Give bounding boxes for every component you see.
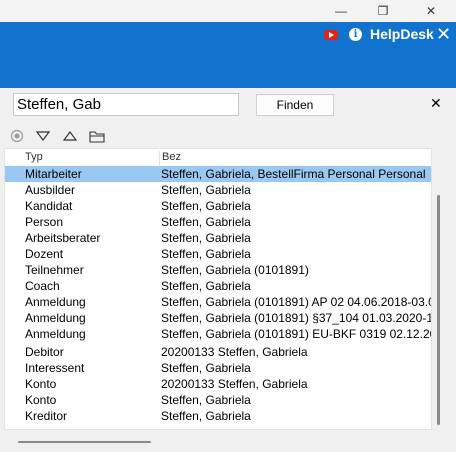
- row-typ: Debitor: [25, 345, 64, 359]
- table-row[interactable]: Debitor 20200133 Steffen, Gabriela: [5, 344, 431, 360]
- table-row[interactable]: Anmeldung Steffen, Gabriela (0101891) AP …: [5, 294, 432, 310]
- table-row[interactable]: Teilnehmer Steffen, Gabriela (0101891): [5, 262, 431, 278]
- table-row[interactable]: Konto 20200133 Steffen, Gabriela: [5, 376, 431, 392]
- table-row[interactable]: Konto Steffen, Gabriela: [5, 392, 431, 408]
- column-header-typ[interactable]: Typ: [25, 151, 43, 163]
- table-row[interactable]: Arbeitsberater Steffen, Gabriela: [5, 230, 431, 246]
- table-row[interactable]: Ausbilder Steffen, Gabriela: [5, 182, 431, 198]
- row-bez: Steffen, Gabriela (0101891) AP 02 04.06.…: [161, 295, 432, 309]
- row-typ: Konto: [25, 377, 57, 391]
- search-row: Steffen, Gab Finden ✕: [0, 88, 456, 122]
- row-typ: Anmeldung: [25, 295, 86, 309]
- table-row[interactable]: Mitarbeiter Steffen, Gabriela, BestellFir…: [5, 166, 431, 182]
- row-bez: Steffen, Gabriela: [161, 247, 251, 261]
- triangle-up-icon[interactable]: [62, 128, 78, 144]
- table-row[interactable]: Dozent Steffen, Gabriela: [5, 246, 431, 262]
- close-icon: ✕: [425, 4, 437, 18]
- table-row[interactable]: Kreditor Steffen, Gabriela: [5, 408, 431, 424]
- row-bez: Steffen, Gabriela, BestellFirma Personal…: [161, 167, 426, 181]
- row-typ: Teilnehmer: [25, 263, 84, 277]
- table-row[interactable]: Anmeldung Steffen, Gabriela (0101891) EU-…: [5, 326, 432, 342]
- vertical-scroll-thumb[interactable]: [437, 195, 440, 425]
- results-grid: Typ Bez Mitarbeiter Steffen, Gabriela, Be…: [4, 148, 432, 430]
- row-bez: Steffen, Gabriela: [161, 409, 251, 423]
- minimize-button[interactable]: —: [318, 0, 364, 22]
- row-bez: Steffen, Gabriela: [161, 199, 251, 213]
- row-typ: Anmeldung: [25, 327, 86, 341]
- table-row[interactable]: Anmeldung Steffen, Gabriela (0101891) §37…: [5, 310, 432, 326]
- banner-close-icon[interactable]: ✕: [436, 24, 451, 45]
- row-bez: 20200133 Steffen, Gabriela: [161, 377, 308, 391]
- row-typ: Ausbilder: [25, 183, 76, 197]
- finden-button[interactable]: Finden: [256, 94, 334, 116]
- maximize-button[interactable]: ❐: [360, 0, 406, 22]
- row-typ: Konto: [25, 393, 57, 407]
- triangle-down-icon[interactable]: [35, 128, 51, 144]
- row-bez: Steffen, Gabriela: [161, 231, 251, 245]
- folder-icon[interactable]: [89, 128, 105, 144]
- row-typ: Dozent: [25, 247, 64, 261]
- search-close-icon[interactable]: ✕: [430, 95, 442, 112]
- row-typ: Person: [25, 215, 64, 229]
- youtube-icon[interactable]: [324, 30, 338, 40]
- horizontal-scroll-thumb[interactable]: [18, 441, 151, 443]
- grid-toolbar: [0, 126, 456, 146]
- row-bez: Steffen, Gabriela: [161, 393, 251, 407]
- row-bez: Steffen, Gabriela (0101891) EU-BKF 0319 …: [161, 327, 432, 341]
- table-row[interactable]: Person Steffen, Gabriela: [5, 214, 431, 230]
- row-bez: Steffen, Gabriela: [161, 215, 251, 229]
- helpdesk-banner: i HelpDesk ✕: [0, 22, 456, 88]
- row-bez: Steffen, Gabriela: [161, 279, 251, 293]
- row-typ: Interessent: [25, 361, 85, 375]
- grid-header: Typ Bez: [5, 149, 431, 167]
- table-row[interactable]: Interessent Steffen, Gabriela: [5, 360, 431, 376]
- row-typ: Coach: [25, 279, 60, 293]
- maximize-icon: ❐: [377, 4, 389, 18]
- row-bez: Steffen, Gabriela (0101891) §37_104 01.0…: [161, 311, 432, 325]
- circle-radio-icon[interactable]: [9, 128, 25, 144]
- row-typ: Anmeldung: [25, 311, 86, 325]
- close-window-button[interactable]: ✕: [408, 0, 454, 22]
- row-typ: Mitarbeiter: [25, 167, 82, 181]
- row-typ: Kandidat: [25, 199, 73, 213]
- info-icon[interactable]: i: [349, 28, 362, 41]
- row-typ: Kreditor: [25, 409, 68, 423]
- table-row[interactable]: Coach Steffen, Gabriela: [5, 278, 431, 294]
- row-typ: Arbeitsberater: [25, 231, 101, 245]
- row-bez: 20200133 Steffen, Gabriela: [161, 345, 308, 359]
- minimize-icon: —: [335, 4, 347, 18]
- search-input[interactable]: Steffen, Gab: [13, 93, 239, 116]
- row-bez: Steffen, Gabriela: [161, 183, 251, 197]
- window-titlebar: — ❐ ✕: [0, 0, 456, 22]
- helpdesk-title[interactable]: HelpDesk: [370, 26, 434, 42]
- row-bez: Steffen, Gabriela: [161, 361, 251, 375]
- row-bez: Steffen, Gabriela (0101891): [161, 263, 309, 277]
- column-header-bez[interactable]: Bez: [159, 151, 181, 167]
- table-row[interactable]: Kandidat Steffen, Gabriela: [5, 198, 431, 214]
